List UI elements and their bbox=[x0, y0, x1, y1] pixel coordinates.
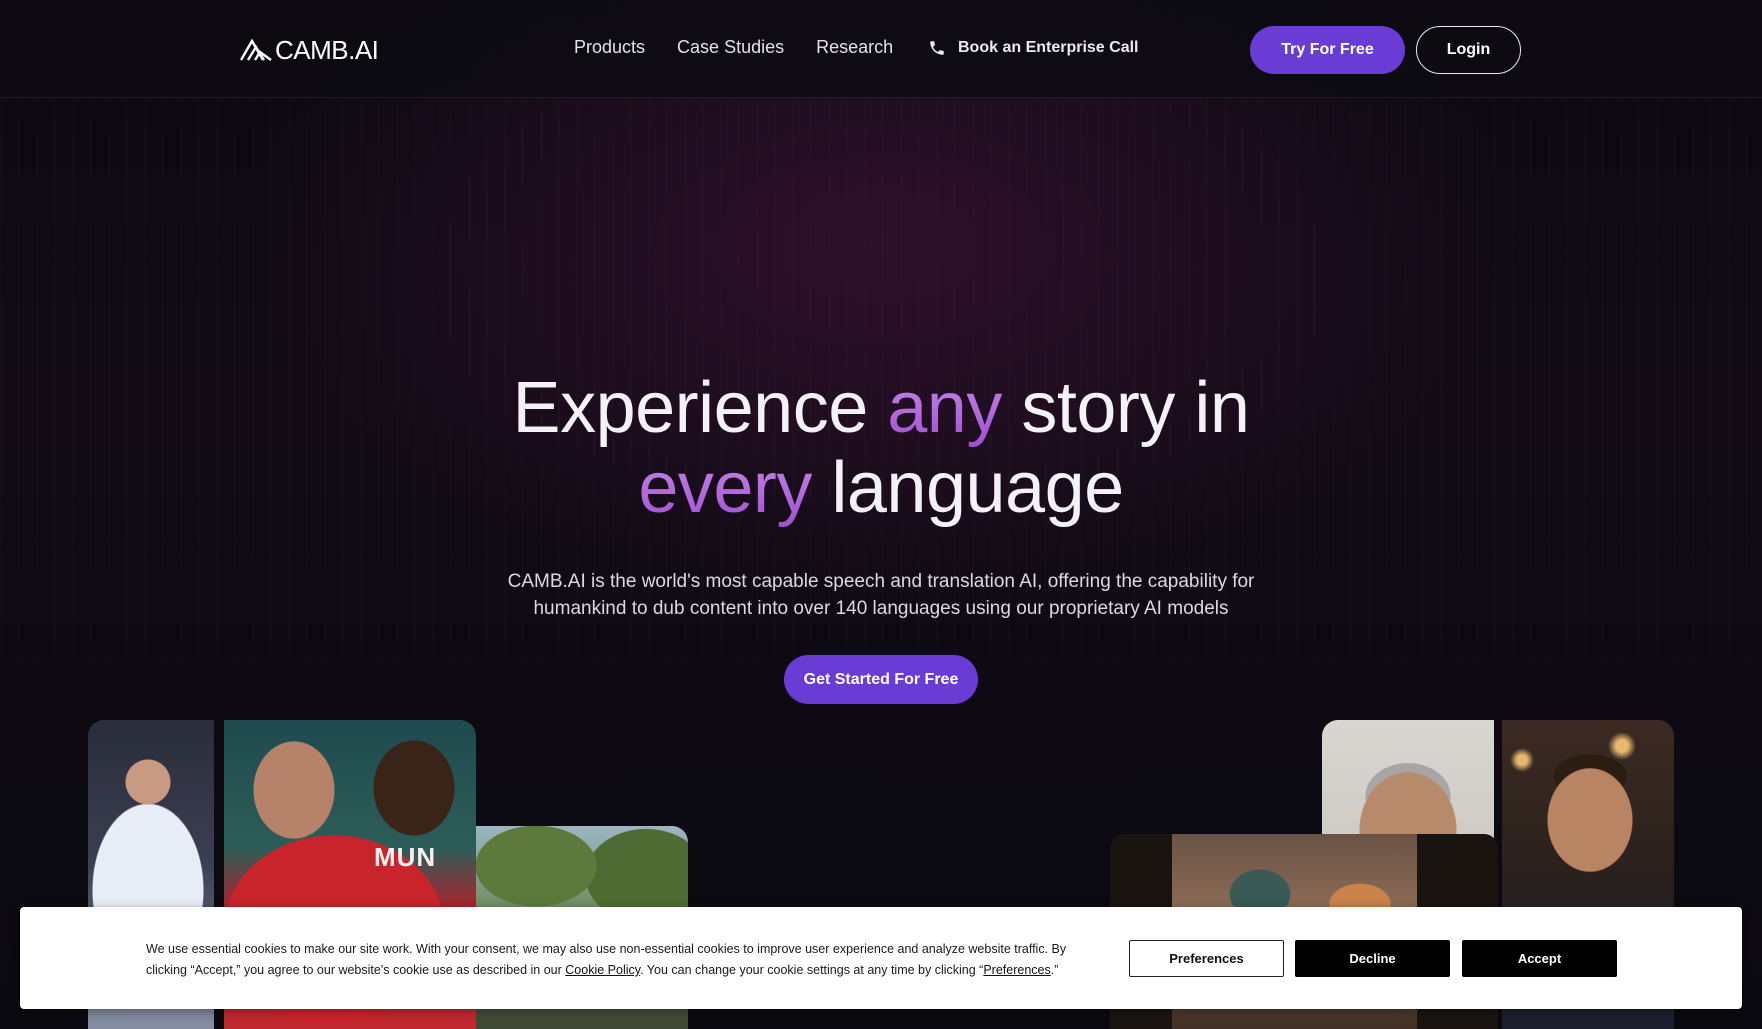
logo[interactable]: CAMB.AI bbox=[240, 34, 379, 66]
book-enterprise-call-link[interactable]: Book an Enterprise Call bbox=[928, 39, 1139, 57]
logo-text: CAMB.AI bbox=[275, 34, 379, 65]
nav-link-research[interactable]: Research bbox=[816, 37, 893, 58]
hero-title: Experience any story in every language bbox=[381, 368, 1381, 528]
cookie-preferences-link[interactable]: Preferences bbox=[983, 963, 1050, 977]
cookie-preferences-button[interactable]: Preferences bbox=[1129, 940, 1284, 977]
hero-subtitle-line1: CAMB.AI is the world's most capable spee… bbox=[507, 571, 1255, 592]
cookie-accept-button[interactable]: Accept bbox=[1462, 940, 1617, 977]
hero-title-part2: story in bbox=[1001, 368, 1250, 448]
get-started-button[interactable]: Get Started For Free bbox=[784, 655, 978, 704]
top-navbar: CAMB.AI Products Case Studies Research B… bbox=[0, 0, 1762, 98]
jersey-text: MUN bbox=[374, 842, 437, 872]
enterprise-call-label: Book an Enterprise Call bbox=[958, 39, 1139, 56]
cookie-decline-button[interactable]: Decline bbox=[1295, 940, 1450, 977]
hero-title-part3: language bbox=[811, 448, 1124, 528]
hero-title-part1: Experience bbox=[512, 368, 888, 448]
nav-link-case-studies[interactable]: Case Studies bbox=[677, 37, 784, 58]
nav-link-products[interactable]: Products bbox=[574, 37, 645, 58]
hero-title-highlight-any: any bbox=[887, 368, 1002, 448]
cookie-banner: We use essential cookies to make our sit… bbox=[20, 907, 1742, 1009]
camb-logo-icon bbox=[240, 39, 272, 61]
hero-title-highlight-every: every bbox=[638, 448, 812, 528]
try-for-free-button[interactable]: Try For Free bbox=[1250, 26, 1405, 74]
page: CAMB.AI Products Case Studies Research B… bbox=[0, 0, 1762, 1029]
hero-subtitle-line2: humankind to dub content into over 140 l… bbox=[533, 598, 1229, 619]
cookie-message: We use essential cookies to make our sit… bbox=[146, 939, 1106, 981]
cookie-text-part3: .” bbox=[1050, 963, 1059, 977]
cookie-policy-link[interactable]: Cookie Policy bbox=[565, 963, 640, 977]
phone-icon bbox=[930, 41, 944, 55]
main-nav: Products Case Studies Research bbox=[574, 37, 893, 58]
cookie-text-part2: . You can change your cookie settings at… bbox=[640, 963, 984, 977]
hero-subtitle: CAMB.AI is the world's most capable spee… bbox=[481, 568, 1281, 622]
login-button[interactable]: Login bbox=[1416, 26, 1521, 74]
